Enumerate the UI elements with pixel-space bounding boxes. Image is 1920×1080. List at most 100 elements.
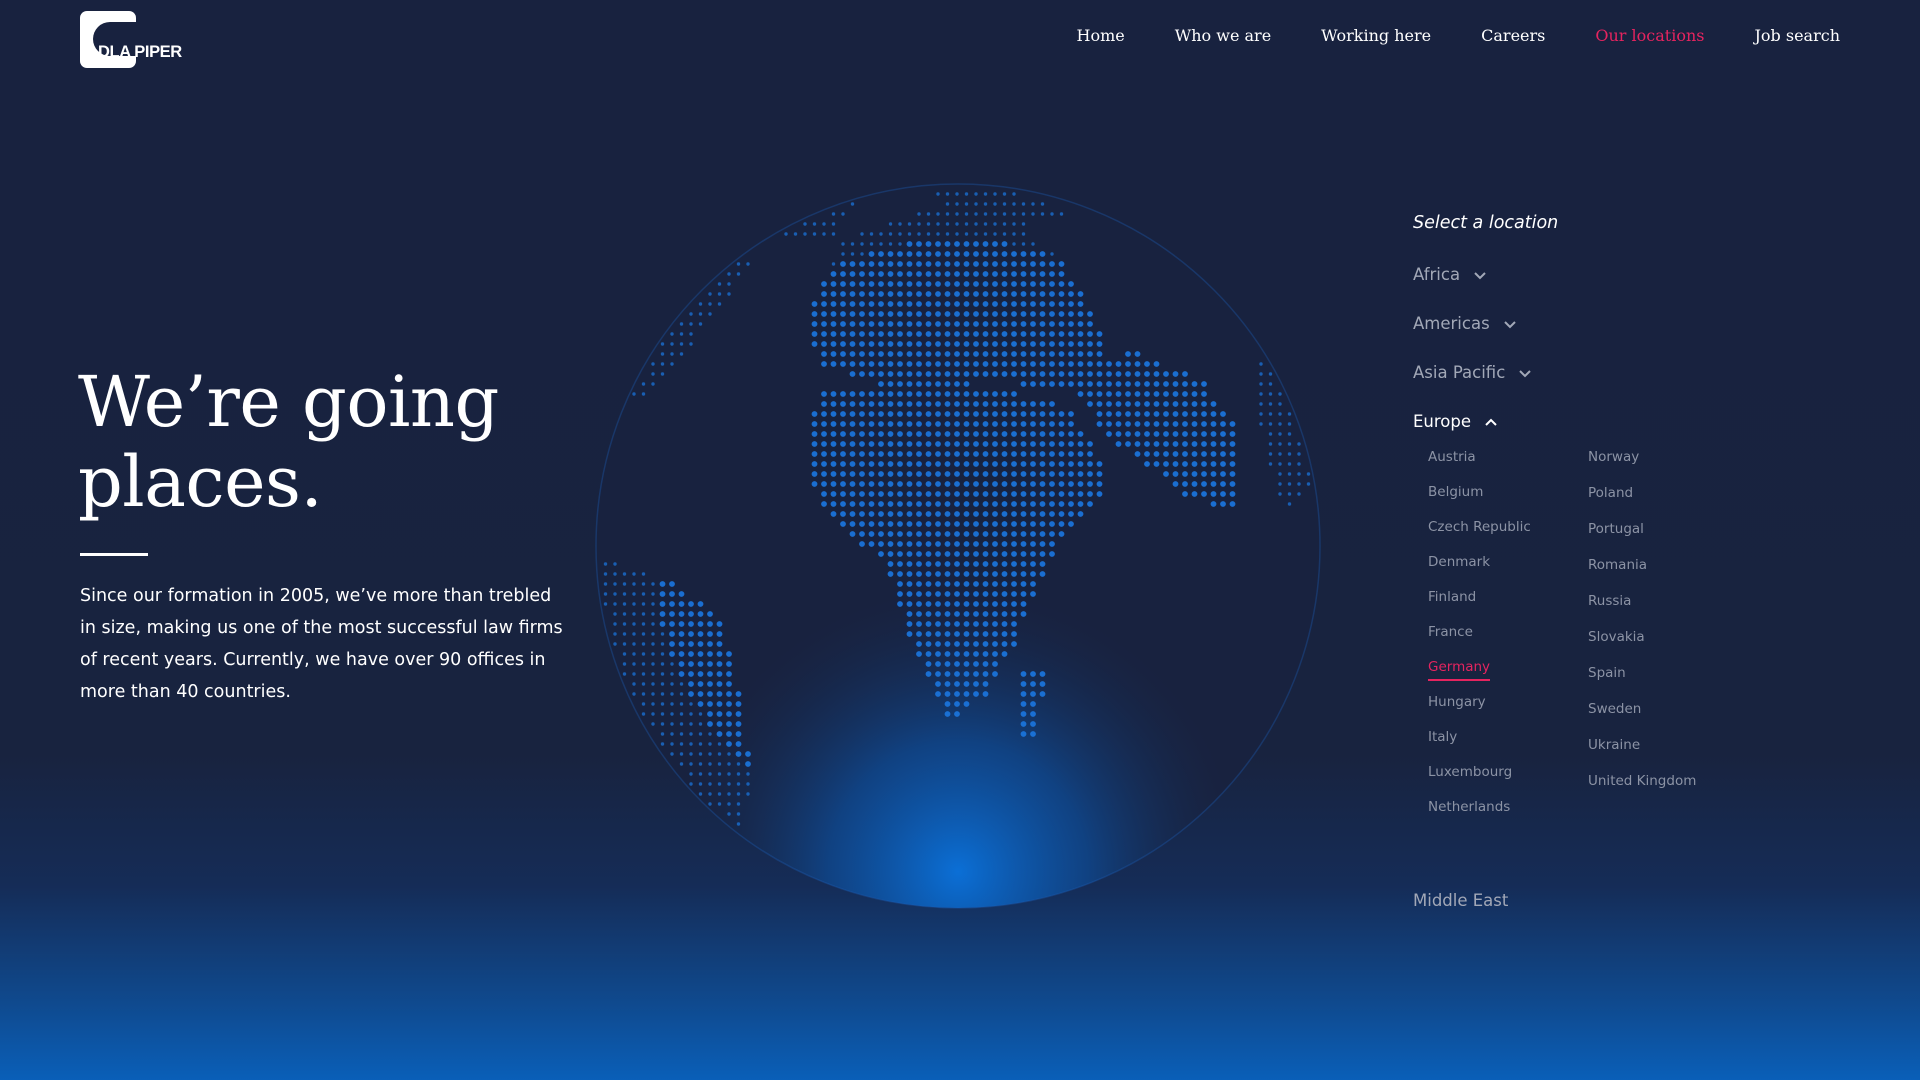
globe-dot [1002, 232, 1007, 236]
country-hungary[interactable]: Hungary [1428, 691, 1531, 726]
country-sweden[interactable]: Sweden [1588, 698, 1696, 734]
country-united-kingdom[interactable]: United Kingdom [1588, 770, 1696, 806]
nav-our-locations[interactable]: Our locations [1595, 26, 1704, 45]
globe-dot [1039, 481, 1046, 487]
globe-dot [735, 741, 742, 747]
globe-dot [963, 611, 970, 617]
country-austria[interactable]: Austria [1428, 446, 1531, 481]
country-france[interactable]: France [1428, 621, 1531, 656]
nav-working-here[interactable]: Working here [1321, 26, 1431, 45]
country-italy[interactable]: Italy [1428, 726, 1531, 761]
globe-dot [935, 611, 941, 617]
globe-dot [906, 471, 913, 477]
globe-dot [660, 672, 665, 676]
country-belgium[interactable]: Belgium [1428, 481, 1531, 516]
globe-dot [622, 612, 627, 616]
globe-dot [840, 291, 846, 297]
globe-dot [1049, 381, 1055, 387]
globe-dot [935, 411, 941, 417]
globe-dot [916, 511, 922, 517]
country-norway[interactable]: Norway [1588, 446, 1696, 482]
globe-dot [898, 232, 902, 236]
globe-dot [944, 451, 951, 457]
nav-careers[interactable]: Careers [1481, 26, 1545, 45]
country-spain[interactable]: Spain [1588, 662, 1696, 698]
globe-dot [859, 471, 865, 477]
globe-dot [859, 311, 865, 317]
globe-dot [1153, 411, 1160, 417]
globe-dot [954, 661, 960, 667]
country-finland[interactable]: Finland [1428, 586, 1531, 621]
globe-dot [811, 341, 818, 347]
globe-dot [1087, 441, 1093, 447]
globe-dot [1011, 491, 1017, 497]
country-ukraine[interactable]: Ukraine [1588, 734, 1696, 770]
country-czech-republic[interactable]: Czech Republic [1428, 516, 1531, 551]
globe-dot [1182, 371, 1188, 377]
globe-dot [716, 641, 723, 647]
globe-dot [973, 331, 979, 337]
country-luxembourg[interactable]: Luxembourg [1428, 761, 1531, 796]
dla-piper-logo[interactable]: DLA PIPER [80, 11, 182, 69]
globe-dot [878, 301, 884, 307]
globe-dot [1012, 202, 1016, 206]
globe-dot [887, 381, 894, 387]
globe-dot [1106, 421, 1112, 427]
globe-dot [1030, 331, 1036, 337]
globe-dot [897, 371, 903, 377]
country-portugal[interactable]: Portugal [1588, 518, 1696, 554]
globe-dot [716, 671, 723, 677]
globe-dot [897, 361, 903, 367]
country-poland[interactable]: Poland [1588, 482, 1696, 518]
globe-dot [678, 611, 685, 617]
country-netherlands[interactable]: Netherlands [1428, 796, 1531, 831]
globe-dot [1144, 371, 1150, 377]
globe-dot [1021, 232, 1026, 236]
country-slovakia[interactable]: Slovakia [1588, 626, 1696, 662]
globe-dot [697, 661, 704, 667]
globe-dot [717, 782, 722, 786]
nav-home[interactable]: Home [1077, 26, 1125, 45]
nav-who-we-are[interactable]: Who we are [1175, 26, 1271, 45]
globe-dot [811, 481, 818, 487]
country-romania[interactable]: Romania [1588, 554, 1696, 590]
region-middle-east[interactable]: Middle East [1413, 876, 1833, 925]
globe-dot [982, 431, 989, 437]
globe-dot [1287, 492, 1292, 496]
country-denmark[interactable]: Denmark [1428, 551, 1531, 586]
globe-dot [689, 712, 693, 716]
region-asia-pacific[interactable]: Asia Pacific [1413, 348, 1833, 397]
country-russia[interactable]: Russia [1588, 590, 1696, 626]
country-germany-label: Germany [1428, 659, 1491, 681]
globe-dot [1011, 611, 1017, 617]
region-americas[interactable]: Americas [1413, 299, 1833, 348]
country-germany[interactable]: Germany [1428, 656, 1531, 691]
globe-dot [849, 461, 856, 467]
globe-dot [698, 762, 703, 766]
globe-dot [916, 401, 922, 407]
globe-dot [641, 602, 646, 606]
globe-dot [945, 212, 950, 216]
globe-dot [859, 451, 865, 457]
region-europe[interactable]: Europe [1413, 397, 1833, 446]
region-africa[interactable]: Africa [1413, 250, 1833, 299]
globe-dot [868, 401, 875, 407]
globe-dot [963, 521, 970, 527]
globe-dot [707, 641, 713, 647]
globe-dot [1306, 472, 1311, 476]
globe-dot [670, 362, 674, 366]
globe-dot [868, 461, 875, 467]
globe-dot [1021, 202, 1026, 206]
globe-dot [849, 471, 856, 477]
nav-job-search[interactable]: Job search [1754, 26, 1840, 45]
globe-dot [726, 681, 732, 687]
globe-dot [1001, 621, 1008, 627]
globe-dot [925, 641, 932, 647]
globe-dot [1191, 411, 1198, 417]
globe-dot [935, 301, 941, 307]
globe-dot [717, 302, 722, 306]
globe-dot [963, 651, 970, 657]
globe-dot [906, 281, 913, 287]
globe-dot [830, 401, 837, 407]
globe-dot [973, 551, 979, 557]
